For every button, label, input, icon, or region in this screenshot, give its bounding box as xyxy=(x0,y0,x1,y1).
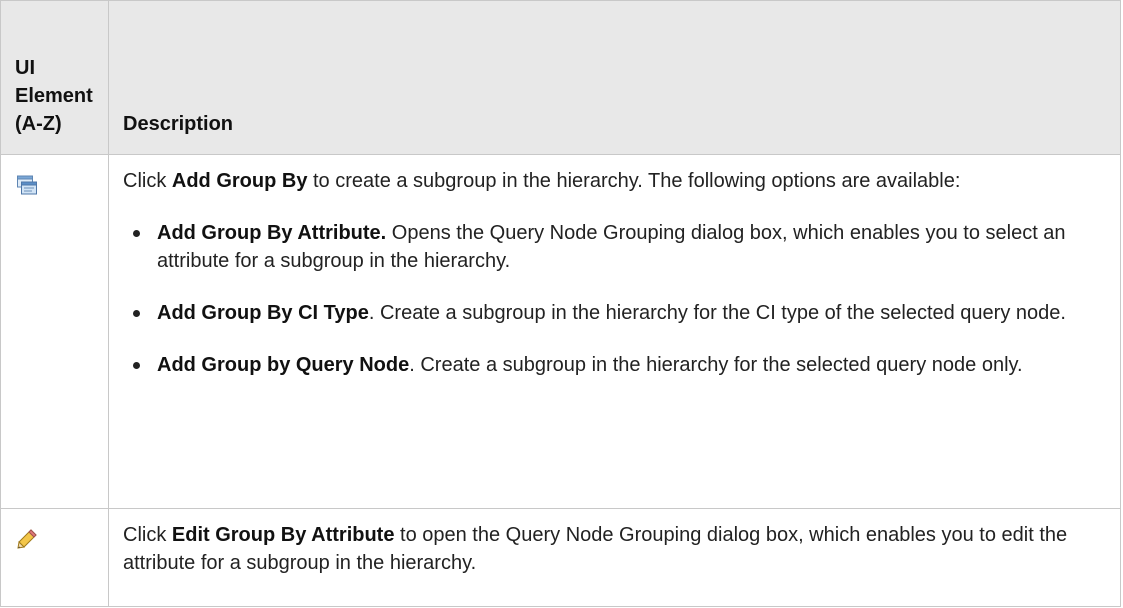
add-group-by-term: Add Group By xyxy=(171,170,308,192)
list-item: Add Group By Attribute. Opens the Query … xyxy=(123,219,1090,275)
add-group-by-icon xyxy=(15,173,39,197)
ui-element-cell xyxy=(0,154,109,509)
options-list: Add Group By Attribute. Opens the Query … xyxy=(123,219,1090,379)
list-item: Add Group By CI Type. Create a subgroup … xyxy=(123,299,1090,327)
column-header-ui-element: UI Element (A-Z) xyxy=(0,0,109,155)
description-cell: Click Edit Group By Attribute to open th… xyxy=(108,508,1121,607)
pencil-edit-icon xyxy=(15,527,39,551)
table-header-row: UI Element (A-Z) Description xyxy=(0,0,1121,155)
description-cell: Click Add Group By to create a subgroup … xyxy=(108,154,1121,509)
header-ui-line: UI xyxy=(15,57,35,79)
table-row: Click Add Group By to create a subgroup … xyxy=(0,154,1121,509)
list-item: Add Group by Query Node. Create a subgro… xyxy=(123,351,1090,379)
edit-group-by-attribute-term: Edit Group By Attribute xyxy=(171,524,395,546)
description-intro: Click Add Group By to create a subgroup … xyxy=(123,170,961,192)
ui-elements-table: UI Element (A-Z) Description Click Add G… xyxy=(0,0,1121,607)
ui-element-cell xyxy=(0,508,109,607)
table-row: Click Edit Group By Attribute to open th… xyxy=(0,508,1121,607)
column-header-description: Description xyxy=(108,0,1121,155)
header-element-line: Element xyxy=(15,85,93,107)
description-text: Click Edit Group By Attribute to open th… xyxy=(123,524,1068,574)
header-az-line: (A-Z) xyxy=(15,113,62,135)
